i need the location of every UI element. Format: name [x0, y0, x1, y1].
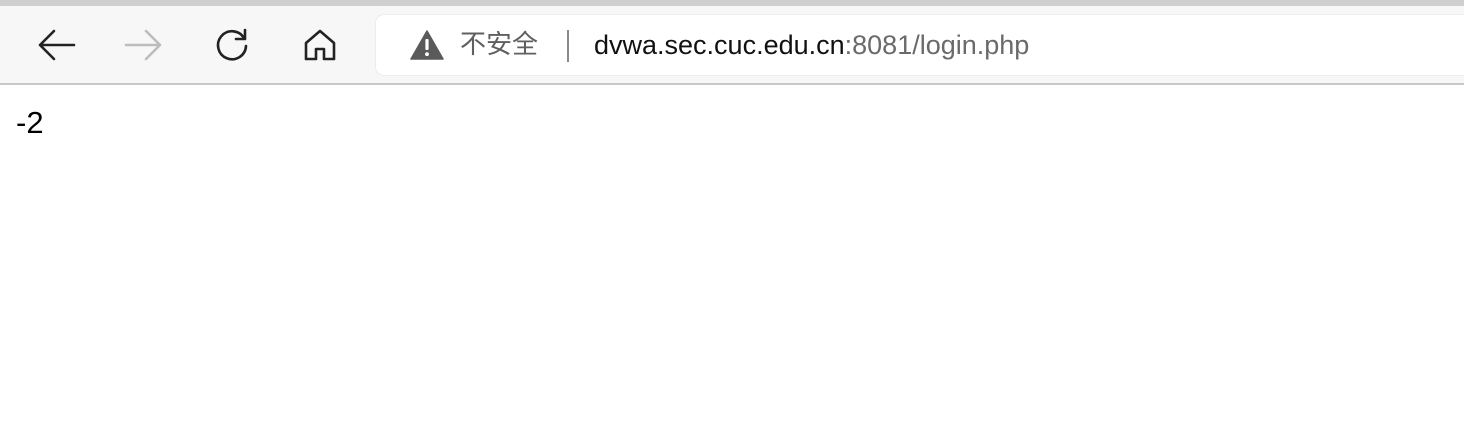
security-status-label[interactable]: 不安全 [460, 29, 538, 61]
home-button[interactable] [292, 20, 348, 70]
page-content: -2 [0, 85, 1464, 434]
address-bar[interactable]: 不安全 dvwa.sec.cuc.edu.cn:8081/login.php [376, 15, 1464, 75]
address-divider [567, 30, 569, 62]
reload-button[interactable] [204, 20, 260, 70]
home-icon [302, 27, 338, 63]
arrow-right-icon [124, 28, 164, 62]
reload-icon [213, 26, 251, 64]
back-button[interactable] [28, 20, 84, 70]
warning-triangle-icon[interactable] [410, 30, 444, 60]
url-host: dvwa.sec.cuc.edu.cn [594, 30, 845, 60]
arrow-left-icon [36, 28, 76, 62]
forward-button[interactable] [116, 20, 172, 70]
url-port-path: :8081/login.php [844, 30, 1030, 60]
url-text[interactable]: dvwa.sec.cuc.edu.cn:8081/login.php [594, 29, 1029, 61]
browser-toolbar: 不安全 dvwa.sec.cuc.edu.cn:8081/login.php [0, 6, 1464, 83]
page-output-text: -2 [16, 105, 44, 140]
